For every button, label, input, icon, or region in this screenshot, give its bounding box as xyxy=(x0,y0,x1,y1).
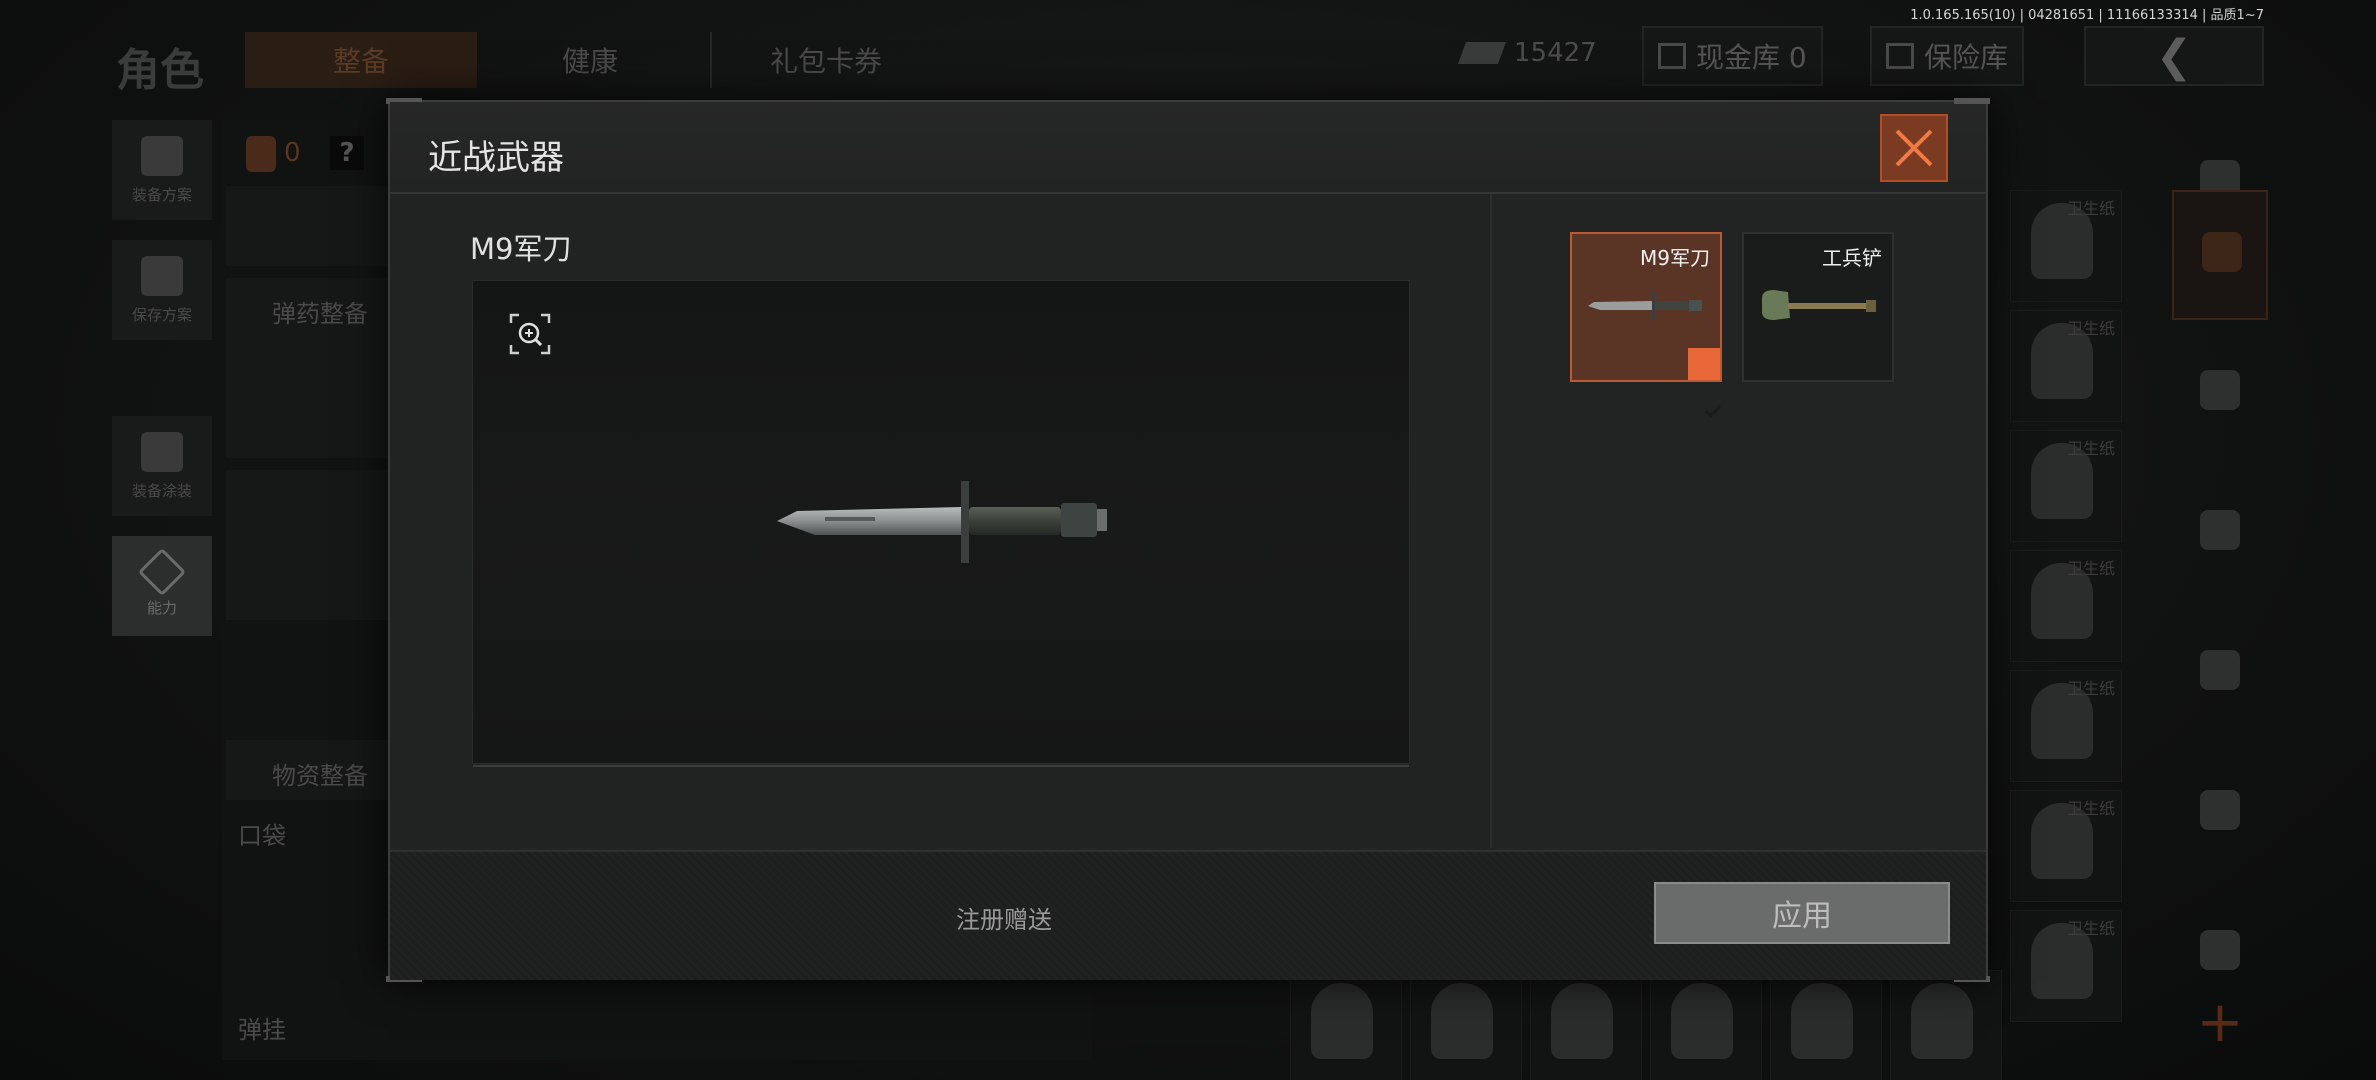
back-arrow-icon: ❮ xyxy=(2155,30,2193,82)
grid-item[interactable] xyxy=(1770,970,1882,1080)
melee-weapon-dialog: 近战武器 M9军刀 M9军刀 工兵铲 注册赠送 应用 xyxy=(386,98,1990,982)
inventory-count: 0 xyxy=(284,138,301,168)
loadout-plan-button[interactable]: 装备方案 xyxy=(112,120,212,220)
version-text: 1.0.165.165(10) | 04281651 | 11166133314… xyxy=(1910,8,2264,23)
acquire-source-text: 注册赠送 xyxy=(956,906,1052,934)
zoom-in-icon[interactable] xyxy=(509,313,551,355)
download-icon xyxy=(141,255,183,296)
insurance-vault-label: 保险库 xyxy=(1924,41,2009,74)
save-plan-button[interactable]: 保存方案 xyxy=(112,240,212,340)
grid-item[interactable]: 卫生纸 xyxy=(2010,430,2122,542)
grid-item[interactable]: 卫生纸 xyxy=(2010,910,2122,1022)
grid-item[interactable]: 卫生纸 xyxy=(2010,310,2122,422)
equipment-skin-label: 装备涂装 xyxy=(131,481,192,500)
close-button[interactable] xyxy=(1880,114,1948,182)
dialog-title: 近战武器 xyxy=(428,138,564,178)
apply-button[interactable]: 应用 xyxy=(1654,882,1950,944)
grid-item[interactable] xyxy=(1290,970,1402,1080)
tab-loadout[interactable]: 整备 xyxy=(245,32,477,88)
category-sidebar xyxy=(2172,120,2268,1060)
helmet-icon xyxy=(141,431,183,472)
help-button[interactable]: ? xyxy=(330,136,364,170)
item-preview-area: M9军刀 xyxy=(390,194,1492,848)
item-preview[interactable] xyxy=(472,280,1410,767)
category-ammo[interactable] xyxy=(2172,750,2268,880)
check-icon xyxy=(1704,404,1722,419)
tab-gift-coupons[interactable]: 礼包卡券 xyxy=(710,32,940,88)
category-magazines[interactable] xyxy=(2172,610,2268,740)
grid-item[interactable] xyxy=(1650,970,1762,1080)
weapon-card-name: 工兵铲 xyxy=(1822,246,1882,270)
back-button[interactable]: ❮ xyxy=(2084,26,2264,86)
category-armor[interactable] xyxy=(2172,330,2268,460)
currency-display: 15427 xyxy=(1457,38,1597,68)
selected-item-name: M9军刀 xyxy=(470,232,572,266)
close-icon xyxy=(1895,129,1933,167)
vault-icon xyxy=(1658,43,1686,69)
box-icon xyxy=(2202,232,2242,272)
dialog-header: 近战武器 xyxy=(390,102,1986,194)
ability-label: 能力 xyxy=(146,598,177,617)
dialog-footer: 注册赠送 应用 xyxy=(390,850,1986,980)
category-weapons[interactable] xyxy=(2172,470,2268,600)
gear-item-icon xyxy=(2200,930,2240,970)
rifle-icon xyxy=(2200,510,2240,550)
ability-button[interactable]: 能力 xyxy=(112,536,212,636)
grid-item[interactable]: 卫生纸 xyxy=(2010,670,2122,782)
backpack-icon xyxy=(246,136,276,172)
ability-icon xyxy=(137,547,187,596)
ammo-prep-label: 弹药整备 xyxy=(272,300,368,328)
category-selected[interactable] xyxy=(2172,190,2268,320)
knife-icon xyxy=(1588,292,1702,320)
loadout-plan-label: 装备方案 xyxy=(131,185,192,204)
pocket-label: 口袋 xyxy=(238,822,286,850)
weapon-card-name: M9军刀 xyxy=(1640,246,1710,270)
insurance-vault-button[interactable]: 保险库 xyxy=(1870,26,2025,86)
tab-health[interactable]: 健康 xyxy=(500,32,680,88)
currency-amount: 15427 xyxy=(1514,38,1597,68)
weapon-selection-panel: M9军刀 工兵铲 xyxy=(1494,194,1986,848)
grid-item[interactable] xyxy=(1890,970,2002,1080)
equipment-skin-button[interactable]: 装备涂装 xyxy=(112,416,212,516)
selected-check xyxy=(1688,348,1722,419)
cash-vault-button[interactable]: 现金库 0 xyxy=(1642,26,1823,86)
grid-item[interactable]: 卫生纸 xyxy=(2010,190,2122,302)
grid-item[interactable]: 卫生纸 xyxy=(2010,550,2122,662)
grid-item[interactable]: 卫生纸 xyxy=(2010,790,2122,902)
monitor-icon xyxy=(1886,43,1914,69)
bg-page-title: 角色 xyxy=(116,45,204,96)
weapon-card-shovel[interactable]: 工兵铲 xyxy=(1742,232,1894,382)
cash-vault-label: 现金库 0 xyxy=(1696,41,1807,74)
grid-item[interactable] xyxy=(1530,970,1642,1080)
add-button[interactable]: + xyxy=(2192,990,2248,1055)
game-screen: 1.0.165.165(10) | 04281651 | 11166133314… xyxy=(0,0,2376,1080)
weapon-card-m9[interactable]: M9军刀 xyxy=(1570,232,1722,419)
ammo-rig-label: 弹挂 xyxy=(238,1016,286,1044)
knife-icon xyxy=(777,481,1107,563)
supply-prep-label: 物资整备 xyxy=(272,762,368,790)
save-plan-label: 保存方案 xyxy=(131,305,192,324)
vest-icon xyxy=(141,135,183,176)
ammo-icon xyxy=(2200,790,2240,830)
magazine-icon xyxy=(2200,650,2240,690)
shovel-icon xyxy=(1762,290,1876,320)
armor-icon xyxy=(2200,370,2240,410)
cash-icon xyxy=(1457,42,1507,64)
grid-item[interactable] xyxy=(1410,970,1522,1080)
